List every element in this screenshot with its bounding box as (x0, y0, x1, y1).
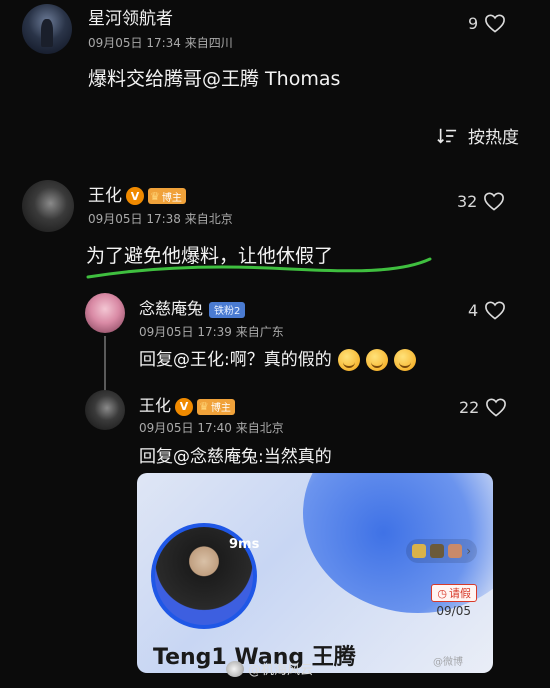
faint-watermark: @微博 (433, 657, 463, 668)
reply-text: 回复@念慈庵兔:当然真的 (139, 447, 332, 467)
chevron-right-icon: › (466, 544, 471, 558)
clock-icon: ◷ (437, 586, 447, 600)
avatar[interactable] (22, 180, 74, 232)
like-button[interactable]: 22 (459, 397, 507, 417)
medal-icon (412, 544, 427, 558)
like-count: 9 (468, 13, 479, 33)
comment-location: 来自北京 (184, 212, 233, 226)
author-name-text: 念慈庵兔 (139, 299, 204, 318)
blogger-badge: ♛ 博主 (148, 188, 186, 204)
heart-icon (485, 301, 506, 320)
like-count: 32 (457, 191, 478, 211)
comment-time: 09月05日 17:38 (88, 212, 181, 226)
reply-meta: 09月05日 17:40 来自北京 (139, 419, 284, 436)
weibo-logo-icon (226, 660, 244, 677)
crown-icon: ♛ (199, 400, 209, 413)
sort-by-hot-button[interactable]: 按热度 (436, 123, 519, 148)
comment-time: 09月05日 17:34 (88, 36, 181, 50)
leave-status-tag: ◷ 请假 (431, 584, 477, 602)
reply-time: 09月05日 17:39 (139, 325, 232, 339)
author-name-text: 王化 (139, 396, 172, 415)
comment-text: 爆料交给腾哥@王腾 Thomas (88, 68, 341, 90)
comment-author-name[interactable]: 星河领航者 (88, 4, 173, 29)
sort-label: 按热度 (468, 128, 519, 148)
heart-icon (484, 192, 505, 211)
thread-line (104, 336, 106, 396)
like-button[interactable]: 9 (468, 13, 506, 33)
reply-location: 来自广东 (235, 325, 284, 339)
like-count: 4 (468, 300, 479, 320)
avatar[interactable] (85, 293, 125, 333)
card-date: 09/05 (436, 604, 471, 618)
laugh-emoji-icon (365, 349, 388, 371)
watermark-text: @机海风云 (248, 663, 314, 678)
like-button[interactable]: 32 (457, 191, 505, 211)
comment-author-name[interactable]: 王化 V ♛ 博主 (88, 181, 186, 206)
avatar[interactable] (85, 390, 125, 430)
card-corner-text: 9ms (229, 537, 260, 552)
comment-location: 来自四川 (184, 36, 233, 50)
sort-icon (437, 128, 457, 144)
verified-badge: V (175, 397, 194, 416)
crown-icon: ♛ (150, 189, 160, 203)
comment-meta: 09月05日 17:34 来自四川 (88, 34, 233, 51)
comment-meta: 09月05日 17:38 来自北京 (88, 210, 233, 227)
like-count: 22 (459, 397, 480, 417)
blogger-badge-label: 博主 (161, 192, 182, 204)
reply-time: 09月05日 17:40 (139, 421, 232, 435)
trophy-icon (430, 544, 445, 558)
like-button[interactable]: 4 (468, 300, 506, 320)
author-name-text: 王化 (88, 186, 122, 206)
badge-pills: › (406, 539, 477, 563)
verified-badge: V (126, 187, 144, 205)
badge-icon (448, 544, 463, 558)
blogger-badge: ♛ 博主 (197, 398, 235, 415)
laugh-emoji-icon (393, 349, 416, 371)
leave-status-label: 请假 (449, 587, 471, 600)
attached-image-card[interactable]: 9ms › ◷ 请假 09/05 Teng1 Wang 王腾 (137, 473, 493, 673)
blogger-badge-label: 博主 (210, 403, 231, 414)
reply-meta: 09月05日 17:39 来自广东 (139, 323, 284, 340)
highlight-underline (86, 257, 432, 279)
reply-text: 回复@王化:啊？真的假的 (139, 345, 416, 371)
heart-icon (485, 14, 506, 33)
laugh-emoji-icon (337, 349, 360, 371)
avatar[interactable] (22, 4, 72, 54)
reply-text-content: 回复@王化:啊？真的假的 (139, 350, 332, 370)
fan-badge: 铁粉2 (209, 301, 246, 318)
reply-location: 来自北京 (235, 421, 284, 435)
reply-author-name[interactable]: 念慈庵兔 铁粉2 (139, 295, 246, 319)
watermark: @机海风云 (226, 659, 313, 678)
heart-icon (486, 398, 507, 417)
reply-author-name[interactable]: 王化 V ♛ 博主 (139, 392, 235, 416)
